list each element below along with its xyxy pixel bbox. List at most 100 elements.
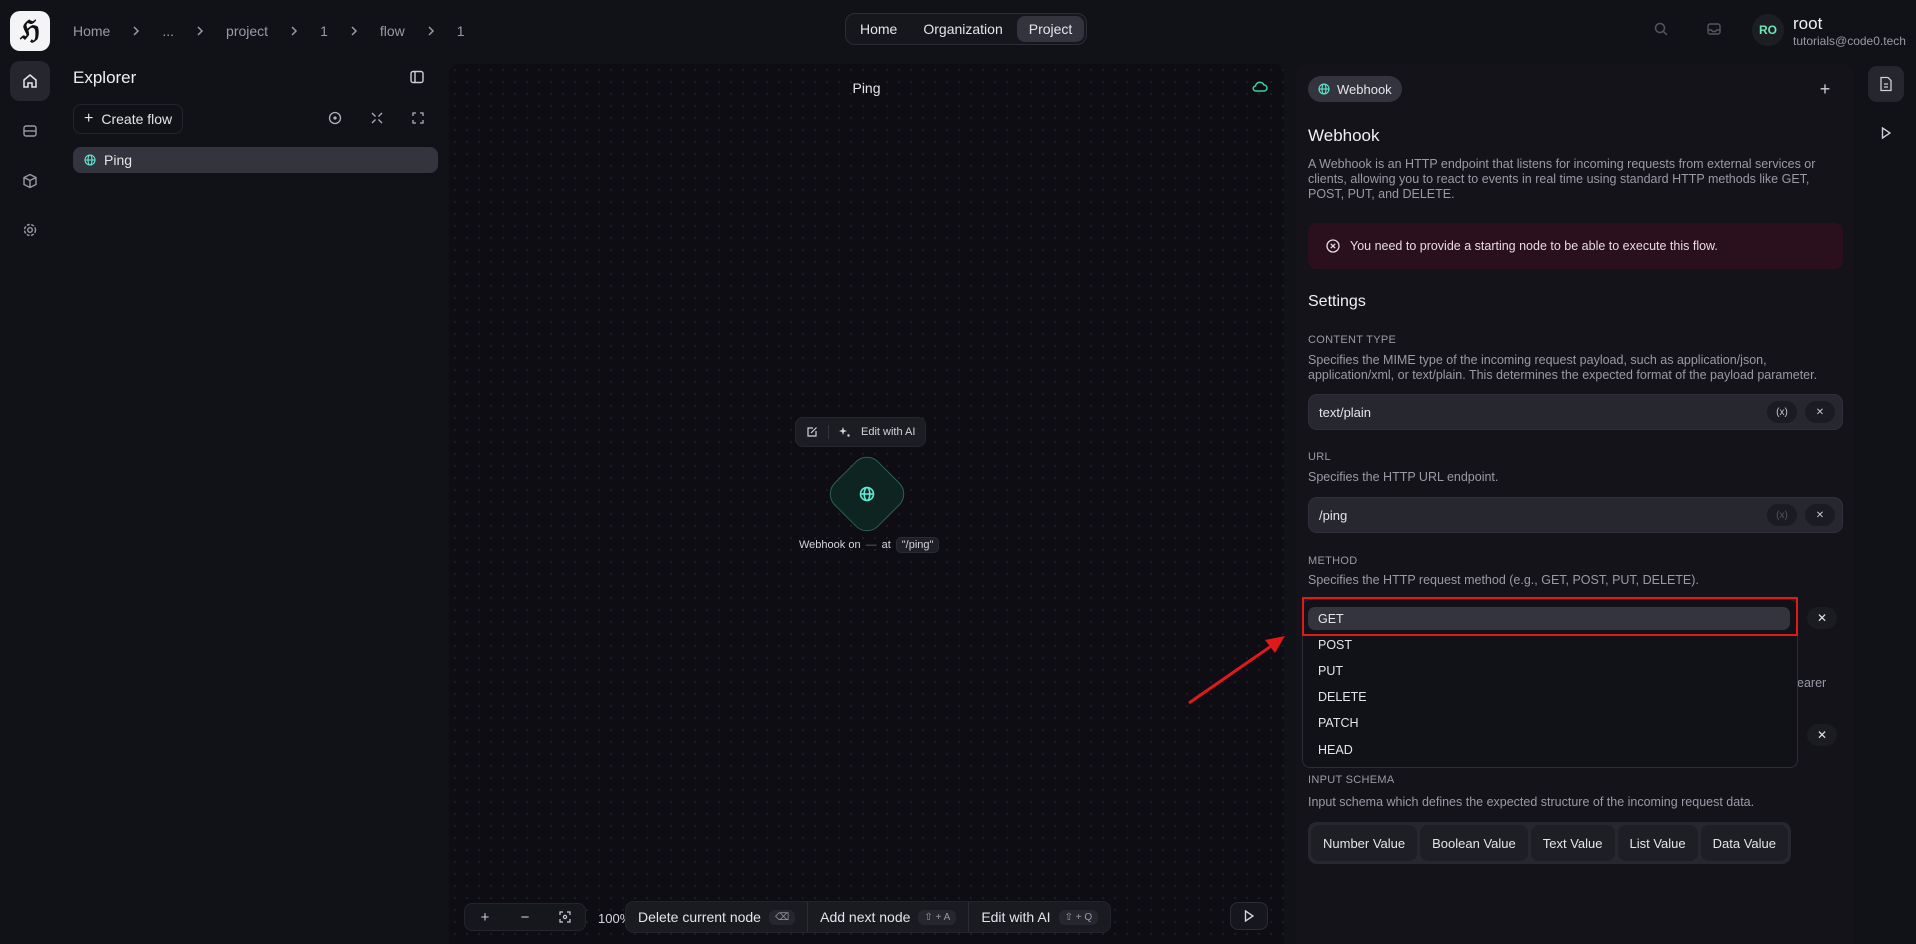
tab-home[interactable]: Home — [848, 16, 909, 42]
zoom-in-button[interactable]: + — [465, 904, 505, 930]
breadcrumb-project-id[interactable]: 1 — [320, 23, 328, 39]
clear-method-button[interactable]: ✕ — [1807, 607, 1837, 629]
sidebar-toggle-icon[interactable] — [409, 69, 427, 87]
flow-item-ping[interactable]: Ping — [73, 147, 438, 173]
node-caption-path: "/ping" — [895, 537, 940, 553]
breadcrumb-flow[interactable]: flow — [380, 23, 405, 39]
panel-title: Webhook — [1308, 126, 1380, 145]
schema-type-data[interactable]: Data Value — [1700, 825, 1788, 861]
sparkles-icon — [839, 426, 851, 438]
input-schema-label: INPUT SCHEMA — [1308, 774, 1395, 786]
tab-organization[interactable]: Organization — [911, 16, 1014, 42]
chevron-right-icon — [288, 25, 300, 37]
chevron-right-icon — [348, 25, 360, 37]
node-action-bar: Delete current node ⌫ Add next node ⇧ + … — [625, 901, 1112, 933]
method-option-delete[interactable]: DELETE — [1318, 690, 1367, 704]
breadcrumb-project[interactable]: project — [226, 23, 268, 39]
node-type-badge-label: Webhook — [1337, 81, 1392, 97]
run-flow-button[interactable] — [1230, 902, 1268, 930]
clear-field-button[interactable]: ✕ — [1807, 724, 1837, 746]
breadcrumb: Home ... project 1 flow 1 — [73, 21, 465, 41]
content-type-description: Specifies the MIME type of the incoming … — [1308, 353, 1818, 382]
delete-node-button[interactable]: Delete current node ⌫ — [626, 902, 807, 932]
breadcrumb-ellipsis[interactable]: ... — [162, 23, 174, 39]
user-email: tutorials@code0.tech — [1793, 34, 1906, 48]
globe-icon — [84, 154, 96, 166]
clear-url-button[interactable]: ✕ — [1805, 504, 1835, 526]
occluded-description-fragment: earer — [1797, 676, 1827, 690]
cloud-sync-icon[interactable] — [1251, 79, 1271, 97]
divider — [828, 425, 829, 439]
variable-icon[interactable]: (x) — [1767, 504, 1797, 526]
content-type-value: text/plain — [1319, 404, 1372, 420]
create-flow-label: Create flow — [101, 111, 173, 127]
input-schema-types: Number Value Boolean Value Text Value Li… — [1308, 822, 1791, 864]
edit-with-ai-label[interactable]: Edit with AI — [861, 426, 915, 438]
edit-with-ai-button[interactable]: Edit with AI ⇧ + Q — [968, 902, 1110, 932]
canvas-title: Ping — [852, 80, 881, 96]
cube-icon[interactable] — [10, 161, 50, 201]
settings-heading: Settings — [1308, 293, 1366, 310]
chevron-right-icon — [425, 25, 437, 37]
schema-type-number[interactable]: Number Value — [1311, 825, 1418, 861]
annotation-arrow — [1188, 636, 1285, 705]
method-option-post[interactable]: POST — [1318, 638, 1352, 652]
collapse-icon[interactable] — [368, 109, 386, 127]
input-schema-description: Input schema which defines the expected … — [1308, 795, 1755, 809]
document-icon[interactable] — [1868, 66, 1904, 102]
error-circle-icon — [1326, 239, 1340, 253]
add-next-node-button[interactable]: Add next node ⇧ + A — [807, 902, 968, 932]
url-description: Specifies the HTTP URL endpoint. — [1308, 470, 1499, 484]
clock-icon[interactable] — [326, 109, 344, 127]
inbox-icon[interactable] — [1706, 21, 1724, 39]
create-flow-button[interactable]: + Create flow — [73, 104, 184, 134]
clear-content-type-button[interactable]: ✕ — [1805, 401, 1835, 423]
flow-item-label: Ping — [104, 152, 133, 168]
zoom-out-button[interactable]: − — [505, 904, 545, 930]
method-option-patch[interactable]: PATCH — [1318, 716, 1359, 730]
tab-project[interactable]: Project — [1016, 16, 1085, 42]
node-caption-dash: — — [865, 539, 877, 551]
globe-icon — [1318, 83, 1330, 95]
zoom-controls: + − — [464, 903, 586, 931]
method-description: Specifies the HTTP request method (e.g.,… — [1308, 573, 1699, 587]
breadcrumb-home[interactable]: Home — [73, 23, 110, 39]
chevron-right-icon — [194, 25, 206, 37]
edit-icon[interactable] — [806, 426, 818, 438]
settings-gear-icon[interactable] — [10, 210, 50, 250]
schema-type-text[interactable]: Text Value — [1530, 825, 1615, 861]
method-option-put[interactable]: PUT — [1318, 664, 1343, 678]
schema-type-list[interactable]: List Value — [1617, 825, 1698, 861]
expand-icon[interactable] — [409, 109, 427, 127]
delete-node-label: Delete current node — [638, 909, 761, 925]
user-name: root — [1793, 14, 1823, 33]
edit-with-ai-action-label: Edit with AI — [981, 909, 1051, 925]
search-icon[interactable] — [1653, 21, 1671, 39]
play-icon[interactable] — [1868, 115, 1904, 151]
home-icon[interactable] — [10, 61, 50, 101]
annotation-highlight-box — [1302, 597, 1798, 636]
breadcrumb-flow-id[interactable]: 1 — [457, 23, 465, 39]
chevron-right-icon — [130, 25, 142, 37]
fit-view-button[interactable] — [545, 904, 585, 930]
alert-text: You need to provide a starting node to b… — [1350, 239, 1718, 253]
top-nav: Home Organization Project — [845, 13, 1088, 45]
add-next-node-label: Add next node — [820, 909, 911, 925]
url-label: URL — [1308, 451, 1331, 463]
method-label: METHOD — [1308, 555, 1358, 567]
schema-type-boolean[interactable]: Boolean Value — [1420, 825, 1528, 861]
avatar[interactable]: RO — [1752, 14, 1784, 46]
explorer-title: Explorer — [73, 68, 137, 87]
database-icon[interactable] — [10, 111, 50, 151]
node-caption-prefix: Webhook on — [799, 539, 861, 551]
node-type-badge: Webhook — [1308, 76, 1402, 102]
method-option-head[interactable]: HEAD — [1318, 743, 1353, 757]
add-icon[interactable]: + — [1816, 80, 1834, 98]
starting-node-alert: You need to provide a starting node to b… — [1308, 223, 1843, 269]
content-type-input[interactable]: text/plain (x) ✕ — [1308, 394, 1843, 430]
edit-with-ai-shortcut: ⇧ + Q — [1058, 909, 1099, 925]
plus-icon: + — [84, 110, 94, 127]
app-logo[interactable]: ℌ — [10, 11, 50, 51]
variable-icon[interactable]: (x) — [1767, 401, 1797, 423]
url-input[interactable]: /ping (x) ✕ — [1308, 497, 1843, 533]
